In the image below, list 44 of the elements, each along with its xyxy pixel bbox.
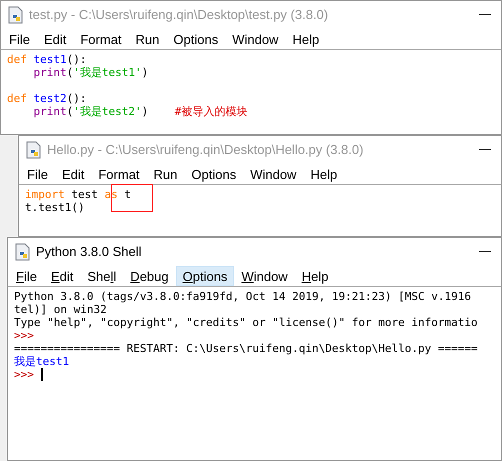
python-file-icon xyxy=(8,6,24,24)
code-area[interactable] xyxy=(8,286,501,460)
menu-item[interactable]: File xyxy=(9,266,44,286)
code-line: >>> xyxy=(14,329,34,342)
menu-item[interactable]: Shell xyxy=(80,266,124,286)
menu-item[interactable]: File xyxy=(2,29,37,49)
code-line: print('我是test1') xyxy=(32,66,148,79)
code-area[interactable]: def test1(): print('我是test1') def test2(): print('我是test2') #被导入的模块 xyxy=(1,49,501,134)
python-file-icon xyxy=(26,141,42,159)
menu-item[interactable]: Format xyxy=(73,29,129,49)
code-line: Python 3.8.0 (tags/v3.8.0:fa919fd, Oct 14 2019, 19:21:23) [MSC v.1916 xyxy=(14,290,471,303)
menu-item[interactable]: Debug xyxy=(123,266,176,286)
menu-item[interactable]: Options xyxy=(166,29,226,49)
menu-item[interactable]: Options xyxy=(184,164,244,184)
python-file-icon xyxy=(15,243,31,261)
menu-item[interactable]: Edit xyxy=(54,164,92,184)
code-line: Type "help", "copyright", "credits" or "license()" for more informatio xyxy=(14,316,478,329)
code-line: >>> xyxy=(14,368,42,381)
menu-item[interactable]: Format xyxy=(91,164,147,184)
menu-item[interactable]: Edit xyxy=(36,29,74,49)
menu-item[interactable]: Edit xyxy=(44,266,80,286)
menu-item[interactable]: Help xyxy=(303,164,344,184)
code-line: def test2(): xyxy=(7,92,86,105)
menu-item[interactable]: Run xyxy=(146,164,184,184)
code-line: t.test1() xyxy=(25,201,85,214)
menu-item[interactable]: Help xyxy=(294,266,336,286)
menu-item[interactable]: Window xyxy=(234,266,295,286)
menu-item[interactable]: Window xyxy=(243,164,304,184)
window-title: Python 3.8.0 Shell xyxy=(36,243,142,262)
minimize-icon[interactable] xyxy=(479,14,491,16)
menu-item[interactable]: Help xyxy=(285,29,326,49)
menu-item[interactable]: Window xyxy=(225,29,286,49)
menu-item[interactable]: Options xyxy=(176,266,234,286)
menu-item[interactable]: File xyxy=(20,164,55,184)
window-title: Hello.py - C:\Users\ruifeng.qin\Desktop\Hello.py (3.8.0) xyxy=(47,141,364,160)
window-title: test.py - C:\Users\ruifeng.qin\Desktop\test.py (3.8.0) xyxy=(29,6,328,24)
code-line: def test1(): xyxy=(7,53,86,66)
code-line: ================ RESTART: C:\Users\ruifeng.qin\Desktop\Hello.py ====== xyxy=(14,342,478,355)
code-line: 我是test1 xyxy=(14,355,70,368)
code-line: tel)] on win32 xyxy=(14,303,107,316)
minimize-icon[interactable] xyxy=(479,149,491,151)
menu-item[interactable]: Run xyxy=(128,29,166,49)
code-line: print('我是test2') #被导入的模块 xyxy=(32,105,248,118)
minimize-icon[interactable] xyxy=(479,251,491,253)
